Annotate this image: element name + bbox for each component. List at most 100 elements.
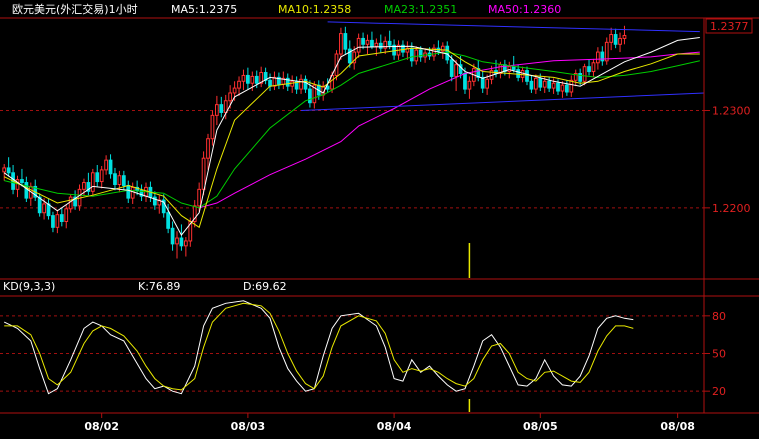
kd-pane <box>0 300 704 412</box>
candle <box>560 81 565 98</box>
candle <box>113 167 117 191</box>
kd-tick-label: 50 <box>712 348 726 361</box>
candle <box>215 95 219 126</box>
candle-body <box>254 75 259 84</box>
candle-body <box>547 80 552 89</box>
candle-body <box>90 172 95 192</box>
candle-body <box>37 196 42 214</box>
candle-body <box>24 182 29 199</box>
candle <box>104 155 108 175</box>
candle-body <box>42 203 46 214</box>
candle-body <box>511 66 516 71</box>
candle-body <box>126 184 131 199</box>
candle <box>600 46 605 66</box>
candle <box>139 184 144 202</box>
candle-body <box>59 214 64 222</box>
candle <box>440 42 445 59</box>
candle-body <box>272 76 277 87</box>
candle-body <box>108 159 113 175</box>
candle <box>33 179 38 202</box>
candle-body <box>241 74 246 82</box>
candle-body <box>175 237 179 245</box>
candle <box>268 73 272 92</box>
ma23-line <box>4 51 700 209</box>
candle-body <box>68 196 73 210</box>
candle <box>613 28 618 49</box>
candle <box>622 25 627 45</box>
candle <box>405 41 410 60</box>
candle <box>64 204 69 229</box>
candle <box>51 211 55 233</box>
candle <box>604 37 609 65</box>
candle-body <box>463 72 467 90</box>
candle <box>565 80 569 96</box>
candle-body <box>520 70 525 78</box>
date-label: 08/02 <box>84 420 119 433</box>
candle <box>339 27 343 60</box>
candle-body <box>582 66 587 82</box>
candle-body <box>361 37 365 45</box>
candle <box>294 76 299 94</box>
candle <box>356 33 361 58</box>
kd-k-line <box>3 300 634 395</box>
candle <box>281 71 286 90</box>
candle <box>263 67 268 85</box>
candle <box>28 182 33 206</box>
candle <box>179 224 184 251</box>
candle-body <box>409 47 414 62</box>
candle-body <box>533 77 538 90</box>
candle <box>414 46 419 65</box>
candle <box>210 110 215 146</box>
candle-body <box>166 212 171 229</box>
ma50-readout: MA50:1.2360 <box>488 3 561 16</box>
candle-body <box>551 82 556 89</box>
candle-body <box>565 84 569 93</box>
candle <box>99 165 104 189</box>
candle-body <box>529 80 534 90</box>
candle <box>90 168 95 196</box>
candle-body <box>365 39 370 45</box>
candle <box>582 63 587 86</box>
candle <box>175 231 179 259</box>
candle <box>290 75 295 93</box>
candle <box>609 27 614 51</box>
candle <box>15 175 20 198</box>
candle-body <box>197 188 202 207</box>
candle-body <box>538 77 543 88</box>
candle <box>618 32 622 53</box>
candle-body <box>556 82 560 92</box>
ma5-readout: MA5:1.2375 <box>171 3 237 16</box>
candle-body <box>82 182 86 190</box>
candle <box>525 66 529 86</box>
candle-body <box>237 80 241 89</box>
date-label: 08/08 <box>660 420 695 433</box>
candle <box>37 193 42 217</box>
candle <box>95 165 100 187</box>
candle-body <box>387 40 392 46</box>
candle <box>383 36 388 55</box>
candle-body <box>560 84 565 92</box>
candle <box>206 133 210 170</box>
last-price-label: 1.2377 <box>710 20 749 33</box>
candle <box>378 34 383 54</box>
candle <box>587 59 591 76</box>
candle-body <box>370 39 374 47</box>
candle-body <box>299 78 303 90</box>
candle <box>392 39 396 60</box>
candle-body <box>215 104 219 116</box>
candle <box>303 75 308 93</box>
candle <box>20 168 24 187</box>
price-pane <box>0 21 705 278</box>
candle <box>68 194 73 213</box>
d-readout: D:69.62 <box>243 280 287 293</box>
candle-body <box>609 34 614 43</box>
candle-body <box>578 72 583 82</box>
chart-title: 欧元美元(外汇交易)1小时 <box>12 2 138 16</box>
ma10-readout: MA10:1.2358 <box>278 3 351 16</box>
candle-body <box>596 51 600 64</box>
candle <box>277 72 281 90</box>
date-label: 08/04 <box>377 420 412 433</box>
candle-body <box>179 237 184 247</box>
channel-lower-line <box>301 92 705 111</box>
candle-body <box>613 34 618 45</box>
